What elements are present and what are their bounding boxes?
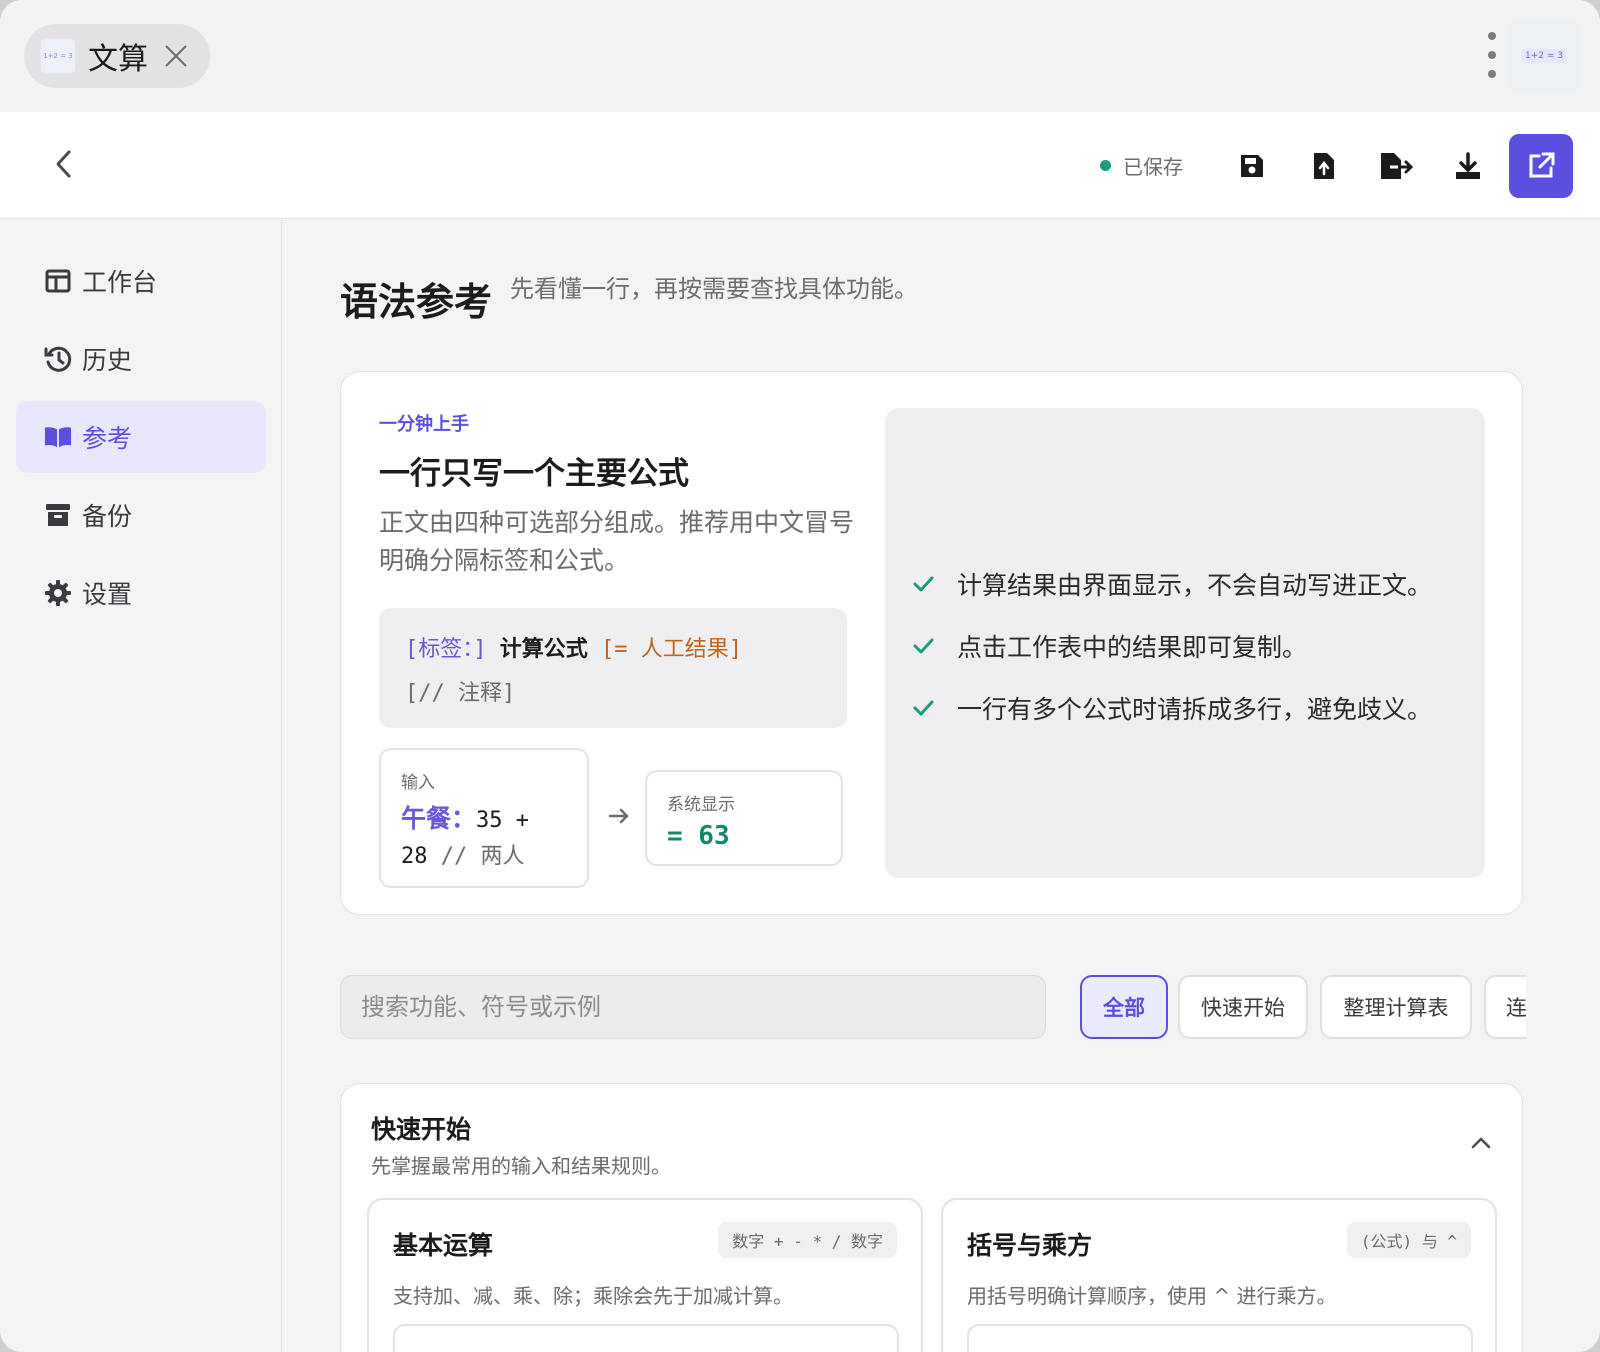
save-icon (1241, 155, 1263, 177)
intro-description: 正文由四种可选部分组成。推荐用中文冒号明确分隔标签和公式。 (379, 508, 855, 575)
feature-title: 括号与乘方 (967, 1231, 1093, 1260)
sidebar-item-settings[interactable]: 设置 (16, 557, 266, 629)
example-input-caption: 输入 (401, 773, 435, 793)
example-output: 系统显示 = 63 (645, 770, 843, 866)
check-icon (911, 572, 935, 596)
syntax-comment-part: [// 注释] (405, 681, 516, 706)
history-icon (44, 345, 72, 373)
feature-example-box (967, 1324, 1473, 1352)
feature-example-box (393, 1324, 899, 1352)
status-dot (1100, 159, 1111, 171)
arrow-right-icon (603, 800, 635, 832)
intro-heading: 一行只写一个主要公式 (379, 456, 689, 492)
quick-start-section: 快速开始 先掌握最常用的输入和结果规则。 基本运算 数字 + - * / 数字 … (340, 1083, 1523, 1352)
syntax-pattern: [标签：] 计算公式 [= 人工结果] [// 注释] (379, 608, 847, 728)
intro-eyebrow: 一分钟上手 (379, 414, 469, 435)
export-file-button[interactable] (1364, 134, 1428, 198)
import-file-button[interactable] (1292, 134, 1356, 198)
tab-title: 文算 (88, 42, 148, 77)
app-logo[interactable]: 1+2 = 3 (1508, 20, 1580, 92)
save-button[interactable] (1220, 134, 1284, 198)
search-input[interactable] (340, 975, 1046, 1039)
feature-card-brackets-power[interactable]: 括号与乘方 (公式) 与 ^ 用括号明确计算顺序，使用 ^ 进行乘方。 (941, 1198, 1497, 1352)
filter-chip-quick-start[interactable]: 快速开始 (1178, 975, 1308, 1039)
back-button[interactable] (44, 144, 84, 184)
example-expression-1: 35 + (476, 808, 529, 833)
filter-chips: 全部 快速开始 整理计算表 连 (1080, 975, 1526, 1039)
filter-chip-all[interactable]: 全部 (1080, 975, 1168, 1039)
file-upload-icon (1314, 153, 1334, 179)
browser-tab-strip: 1+2 = 3 文算 1+2 = 3 (0, 0, 1600, 112)
app-header: 已保存 (0, 112, 1600, 219)
tip-item: 一行有多个公式时请拆成多行，避免歧义。 (911, 690, 1432, 726)
chevron-left-icon (56, 150, 71, 178)
sidebar-item-history[interactable]: 历史 (16, 323, 266, 395)
sidebar-item-workbench[interactable]: 工作台 (16, 245, 266, 317)
chevron-up-icon[interactable] (1466, 1128, 1496, 1158)
section-subtitle: 先掌握最常用的输入和结果规则。 (371, 1154, 671, 1178)
sidebar-item-label: 设置 (82, 580, 133, 609)
syntax-badge: 数字 + - * / 数字 (718, 1222, 897, 1258)
filter-chip-organize[interactable]: 整理计算表 (1320, 975, 1472, 1039)
example-input: 输入 午餐：35 + 28 // 两人 (379, 748, 589, 888)
syntax-result-part: [= 人工结果] (601, 637, 742, 662)
tip-text: 一行有多个公式时请拆成多行，避免歧义。 (957, 695, 1433, 724)
page-subtitle: 先看懂一行，再按需要查找具体功能。 (510, 275, 918, 303)
page-title: 语法参考 (340, 280, 493, 324)
example-input-code: 午餐：35 + 28 // 两人 (401, 801, 567, 875)
feature-card-basic-ops[interactable]: 基本运算 数字 + - * / 数字 支持加、减、乘、除；乘除会先于加减计算。 (367, 1198, 923, 1352)
check-icon (911, 634, 935, 658)
example-output-caption: 系统显示 (667, 795, 735, 815)
feature-title: 基本运算 (393, 1231, 494, 1260)
save-status: 已保存 (1100, 150, 1183, 180)
filter-chip-more[interactable]: 连 (1484, 975, 1526, 1039)
close-icon[interactable] (162, 42, 190, 70)
syntax-label-part: [标签：] (405, 637, 487, 662)
more-options-icon[interactable] (1486, 32, 1498, 78)
tips-panel: 计算结果由界面显示，不会自动写进正文。 点击工作表中的结果即可复制。 一行有多个… (885, 408, 1485, 878)
app-window: 1+2 = 3 文算 1+2 = 3 已保存 工作台 历史 参考 备份 设置 语… (0, 0, 1600, 1352)
book-open-icon (44, 423, 72, 451)
syntax-formula-part: 计算公式 (499, 637, 588, 662)
sidebar-item-label: 备份 (82, 502, 133, 531)
tip-text: 计算结果由界面显示，不会自动写进正文。 (957, 571, 1433, 600)
sidebar-item-reference[interactable]: 参考 (16, 401, 266, 473)
save-status-label: 已保存 (1123, 154, 1183, 179)
feature-description: 用括号明确计算顺序，使用 ^ 进行乘方。 (967, 1284, 1337, 1308)
download-button[interactable] (1436, 134, 1500, 198)
open-external-button[interactable] (1509, 134, 1573, 198)
sidebar-item-backup[interactable]: 备份 (16, 479, 266, 551)
archive-icon (44, 501, 72, 529)
example-label: 午餐： (401, 804, 477, 833)
tip-item: 计算结果由界面显示，不会自动写进正文。 (911, 566, 1432, 602)
sidebar-item-label: 历史 (82, 346, 133, 375)
feature-description: 支持加、减、乘、除；乘除会先于加减计算。 (393, 1284, 793, 1308)
check-icon (911, 696, 935, 720)
sidebar-item-label: 工作台 (82, 268, 158, 297)
syntax-badge: (公式) 与 ^ (1346, 1222, 1471, 1258)
browser-tab[interactable]: 1+2 = 3 文算 (24, 24, 210, 88)
gear-icon (44, 579, 72, 607)
external-link-icon (1529, 152, 1555, 178)
sidebar-item-label: 参考 (82, 424, 133, 453)
tip-text: 点击工作表中的结果即可复制。 (957, 633, 1308, 662)
example-output-value: = 63 (667, 821, 730, 851)
example-comment: // 两人 (440, 844, 525, 869)
file-export-icon (1381, 153, 1414, 179)
main-content: 语法参考 先看懂一行，再按需要查找具体功能。 一分钟上手 一行只写一个主要公式 … (282, 219, 1600, 1352)
columns-icon (44, 267, 72, 295)
sidebar: 工作台 历史 参考 备份 设置 (0, 219, 282, 1352)
app-favicon-icon: 1+2 = 3 (40, 38, 76, 74)
example-expression-2: 28 (401, 844, 441, 869)
tip-item: 点击工作表中的结果即可复制。 (911, 628, 1307, 664)
download-icon (1456, 152, 1480, 179)
section-title: 快速开始 (371, 1115, 472, 1144)
quick-intro-card: 一分钟上手 一行只写一个主要公式 正文由四种可选部分组成。推荐用中文冒号明确分隔… (340, 371, 1523, 915)
